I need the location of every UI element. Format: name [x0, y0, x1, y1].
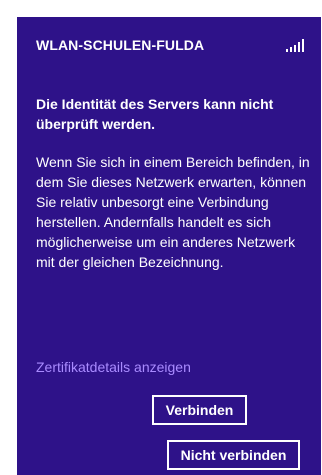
network-name: WLAN-SCHULEN-FULDA	[36, 37, 205, 53]
signal-strength-icon	[286, 38, 304, 52]
network-flyout-panel: WLAN-SCHULEN-FULDA Die Identität des Ser…	[17, 17, 321, 475]
network-header: WLAN-SCHULEN-FULDA	[36, 34, 304, 56]
server-identity-warning: Die Identität des Servers kann nicht übe…	[36, 96, 274, 132]
connect-button[interactable]: Verbinden	[152, 395, 247, 425]
certificate-details-link[interactable]: Zertifikatdetails anzeigen	[36, 359, 191, 375]
dont-connect-button[interactable]: Nicht verbinden	[167, 440, 300, 470]
connection-explanation-text: Wenn Sie sich in einem Bereich befinden,…	[36, 154, 310, 270]
